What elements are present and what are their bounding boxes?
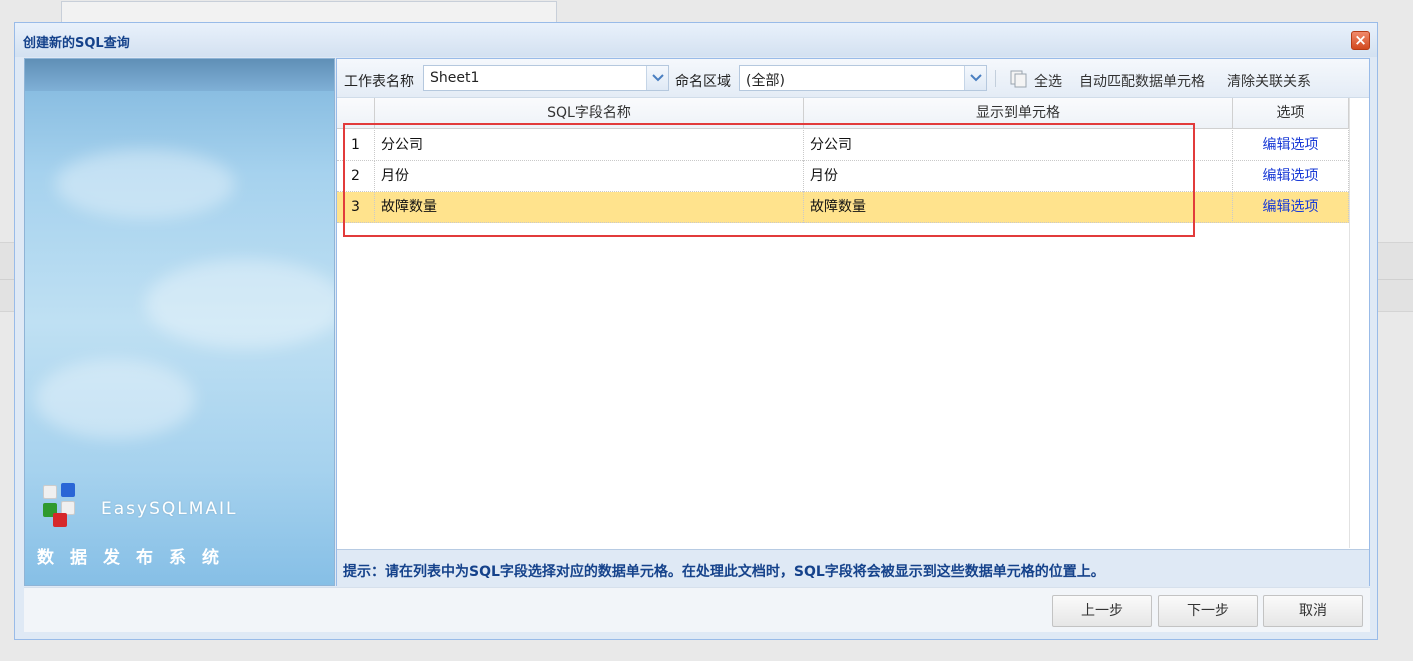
close-button[interactable]: × xyxy=(1351,31,1370,50)
edit-option-link[interactable]: 编辑选项 xyxy=(1233,130,1349,161)
create-sql-query-dialog: 创建新的SQL查询 × EasySQLMAIL 数据发布系统 工作表名称 She… xyxy=(14,22,1378,640)
target-cell[interactable]: 月份 xyxy=(804,161,1233,192)
sql-field-cell[interactable]: 故障数量 xyxy=(375,192,804,223)
cloud-decoration xyxy=(145,259,334,349)
hint-text: 提示：请在列表中为SQL字段选择对应的数据单元格。在处理此文档时，SQL字段将会… xyxy=(343,564,1105,580)
row-number: 2 xyxy=(337,161,375,192)
sheet-name-value: Sheet1 xyxy=(430,70,480,86)
side-panel-header xyxy=(25,59,334,91)
field-mapping-panel: 工作表名称 Sheet1 命名区域 (全部) 全选 自动匹配数据单元格 清除关联… xyxy=(336,58,1370,586)
row-number: 1 xyxy=(337,130,375,161)
sheet-name-label: 工作表名称 xyxy=(344,74,414,90)
edit-option-link[interactable]: 编辑选项 xyxy=(1233,161,1349,192)
auto-match-button[interactable]: 自动匹配数据单元格 xyxy=(1079,71,1205,91)
sheet-name-select[interactable]: Sheet1 xyxy=(423,65,669,91)
copy-icon[interactable] xyxy=(1009,69,1029,93)
toolbar-separator xyxy=(995,70,996,87)
select-all-button[interactable]: 全选 xyxy=(1034,71,1062,91)
background-tab xyxy=(61,1,557,23)
brand-subtitle: 数据发布系统 xyxy=(37,548,235,568)
named-range-select[interactable]: (全部) xyxy=(739,65,987,91)
table-row-selected[interactable]: 3 故障数量 故障数量 编辑选项 xyxy=(337,192,1349,223)
cloud-decoration xyxy=(55,149,235,219)
brand-side-panel: EasySQLMAIL 数据发布系统 xyxy=(24,58,335,586)
sql-field-header[interactable]: SQL字段名称 xyxy=(375,98,804,129)
grid-header: SQL字段名称 显示到单元格 选项 xyxy=(337,98,1349,129)
sql-field-cell[interactable]: 月份 xyxy=(375,161,804,192)
named-range-value: (全部) xyxy=(746,73,785,89)
table-row[interactable]: 1 分公司 分公司 编辑选项 xyxy=(337,130,1349,161)
table-row[interactable]: 2 月份 月份 编辑选项 xyxy=(337,161,1349,192)
option-header[interactable]: 选项 xyxy=(1233,98,1349,129)
target-cell-header[interactable]: 显示到单元格 xyxy=(804,98,1233,129)
brand-name: EasySQLMAIL xyxy=(101,499,238,519)
previous-step-button[interactable]: 上一步 xyxy=(1052,595,1152,627)
next-step-button[interactable]: 下一步 xyxy=(1158,595,1258,627)
row-number-header xyxy=(337,98,375,129)
target-cell[interactable]: 分公司 xyxy=(804,130,1233,161)
chevron-down-icon[interactable] xyxy=(646,66,668,90)
mapping-toolbar: 工作表名称 Sheet1 命名区域 (全部) 全选 自动匹配数据单元格 清除关联… xyxy=(337,59,1369,98)
dialog-footer: 上一步 下一步 取消 xyxy=(24,587,1370,632)
target-cell[interactable]: 故障数量 xyxy=(804,192,1233,223)
dialog-titlebar[interactable]: 创建新的SQL查询 × xyxy=(15,23,1377,57)
named-range-label: 命名区域 xyxy=(675,74,731,90)
cancel-button[interactable]: 取消 xyxy=(1263,595,1363,627)
easysqlmail-logo-icon xyxy=(39,483,83,527)
edit-option-link[interactable]: 编辑选项 xyxy=(1233,192,1349,223)
grid-scrollbar[interactable] xyxy=(1349,98,1369,548)
chevron-down-icon[interactable] xyxy=(964,66,986,90)
dialog-title: 创建新的SQL查询 xyxy=(23,36,130,51)
hint-bar: 提示：请在列表中为SQL字段选择对应的数据单元格。在处理此文档时，SQL字段将会… xyxy=(337,549,1369,586)
sql-field-cell[interactable]: 分公司 xyxy=(375,130,804,161)
cloud-decoration xyxy=(35,359,195,439)
clear-links-button[interactable]: 清除关联关系 xyxy=(1227,71,1311,91)
row-number: 3 xyxy=(337,192,375,223)
